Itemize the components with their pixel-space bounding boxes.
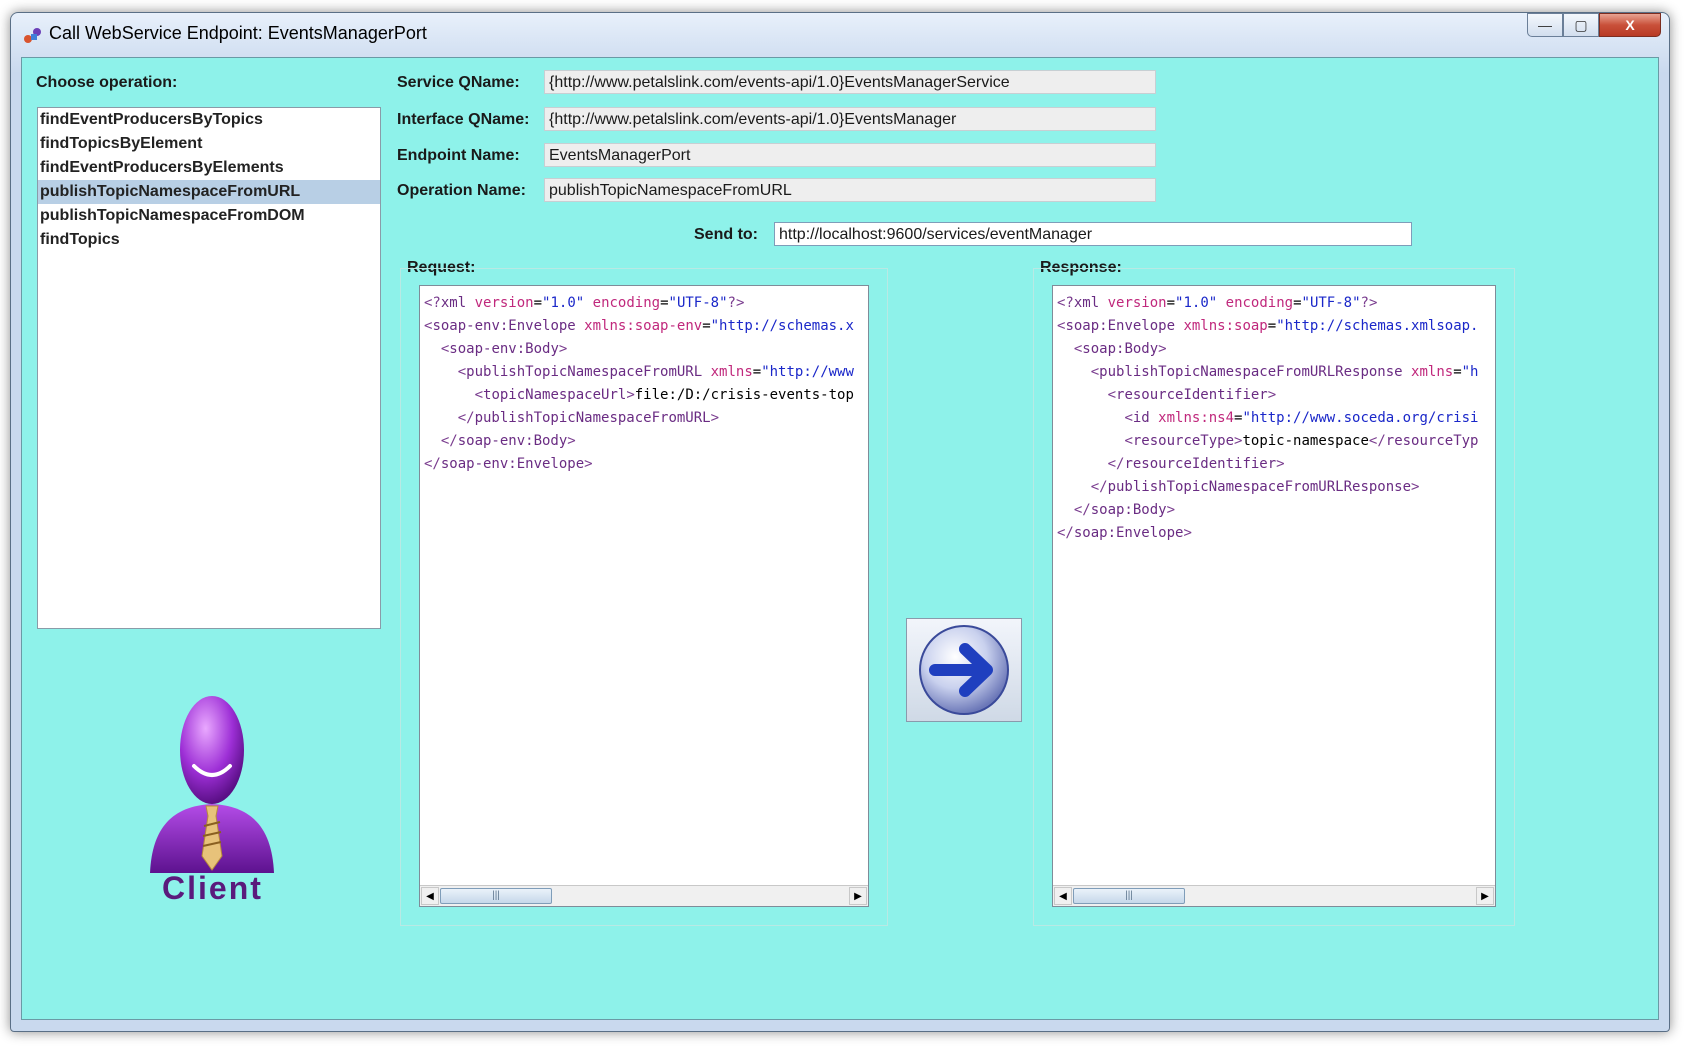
service-qname-label: Service QName: <box>397 74 520 91</box>
scroll-right-arrow-icon[interactable]: ▶ <box>1476 887 1494 905</box>
choose-operation-label: Choose operation: <box>36 74 178 91</box>
xml-line: </resourceIdentifier> <box>1107 456 1285 472</box>
request-hscrollbar[interactable]: ◀ ||| ▶ <box>420 885 868 906</box>
operation-name-field[interactable]: publishTopicNamespaceFromURL <box>544 178 1156 202</box>
request-editor[interactable]: <?xml version="1.0" encoding="UTF-8"?> <s… <box>419 285 869 907</box>
client-label: Client <box>162 870 263 906</box>
maximize-button[interactable]: ▢ <box>1563 13 1599 37</box>
operation-item[interactable]: findEventProducersByElements <box>38 156 380 180</box>
xml-line: </soap-env:Body> <box>440 433 576 449</box>
interface-qname-label: Interface QName: <box>397 111 530 128</box>
operation-item[interactable]: findTopics <box>38 228 380 252</box>
endpoint-name-field[interactable]: EventsManagerPort <box>544 143 1156 167</box>
xml-line: <resourceType>topic-namespace</resourceT… <box>1124 433 1479 449</box>
client-avatar-icon <box>150 696 274 873</box>
send-to-label: Send to: <box>694 226 758 243</box>
xml-line: <soap:Body> <box>1073 341 1167 357</box>
app-icon <box>24 28 41 43</box>
app-window: Call WebService Endpoint: EventsManagerP… <box>10 12 1670 1032</box>
window-title: Call WebService Endpoint: EventsManagerP… <box>49 23 427 43</box>
xml-line: <soap:Envelope xmlns:soap="http://schema… <box>1057 318 1479 334</box>
xml-line: <soap-env:Body> <box>440 341 568 357</box>
xml-line: <topicNamespaceUrl>file:/D:/crisis-event… <box>474 387 854 403</box>
scroll-thumb[interactable]: ||| <box>440 888 552 904</box>
xml-line: <?xml version="1.0" encoding="UTF-8"?> <box>1057 295 1378 311</box>
operation-item[interactable]: findTopicsByElement <box>38 132 380 156</box>
title-bar[interactable]: Call WebService Endpoint: EventsManagerP… <box>11 13 1669 57</box>
xml-line: <id xmlns:ns4="http://www.soceda.org/cri… <box>1124 410 1479 426</box>
send-to-field[interactable]: http://localhost:9600/services/eventMana… <box>774 222 1412 246</box>
response-xml[interactable]: <?xml version="1.0" encoding="UTF-8"?> <s… <box>1057 292 1495 884</box>
xml-line: </publishTopicNamespaceFromURLResponse> <box>1090 479 1420 495</box>
xml-line: <publishTopicNamespaceFromURLResponse xm… <box>1090 364 1479 380</box>
operation-name-label: Operation Name: <box>397 182 526 199</box>
request-xml[interactable]: <?xml version="1.0" encoding="UTF-8"?> <s… <box>424 292 868 884</box>
operation-item[interactable]: publishTopicNamespaceFromDOM <box>38 204 380 228</box>
xml-line: </soap:Envelope> <box>1057 525 1192 541</box>
xml-line: </soap-env:Envelope> <box>424 456 593 472</box>
scroll-right-arrow-icon[interactable]: ▶ <box>849 887 867 905</box>
send-request-button[interactable] <box>906 618 1022 722</box>
endpoint-name-label: Endpoint Name: <box>397 147 520 164</box>
interface-qname-field[interactable]: {http://www.petalslink.com/events-api/1.… <box>544 107 1156 131</box>
operation-list[interactable]: findEventProducersByTopics findTopicsByEl… <box>37 107 381 629</box>
xml-line: <publishTopicNamespaceFromURL xmlns="htt… <box>457 364 854 380</box>
xml-line: </soap:Body> <box>1073 502 1176 518</box>
scroll-left-arrow-icon[interactable]: ◀ <box>1054 887 1072 905</box>
scroll-left-arrow-icon[interactable]: ◀ <box>421 887 439 905</box>
xml-line: <?xml version="1.0" encoding="UTF-8"?> <box>424 295 745 311</box>
xml-line: <resourceIdentifier> <box>1107 387 1277 403</box>
arrow-right-icon <box>919 625 1009 715</box>
operation-item[interactable]: publishTopicNamespaceFromURL <box>38 180 380 204</box>
response-editor[interactable]: <?xml version="1.0" encoding="UTF-8"?> <s… <box>1052 285 1496 907</box>
operation-item[interactable]: findEventProducersByTopics <box>38 108 380 132</box>
close-button[interactable]: X <box>1599 13 1661 37</box>
xml-line: </publishTopicNamespaceFromURL> <box>457 410 720 426</box>
minimize-button[interactable]: — <box>1527 13 1563 37</box>
service-qname-field[interactable]: {http://www.petalslink.com/events-api/1.… <box>544 70 1156 94</box>
scroll-thumb[interactable]: ||| <box>1073 888 1185 904</box>
main-panel: Choose operation: findEventProducersByTo… <box>21 57 1659 1020</box>
window-controls: — ▢ X <box>1527 13 1661 37</box>
response-hscrollbar[interactable]: ◀ ||| ▶ <box>1053 885 1495 906</box>
xml-line: <soap-env:Envelope xmlns:soap-env="http:… <box>424 318 854 334</box>
